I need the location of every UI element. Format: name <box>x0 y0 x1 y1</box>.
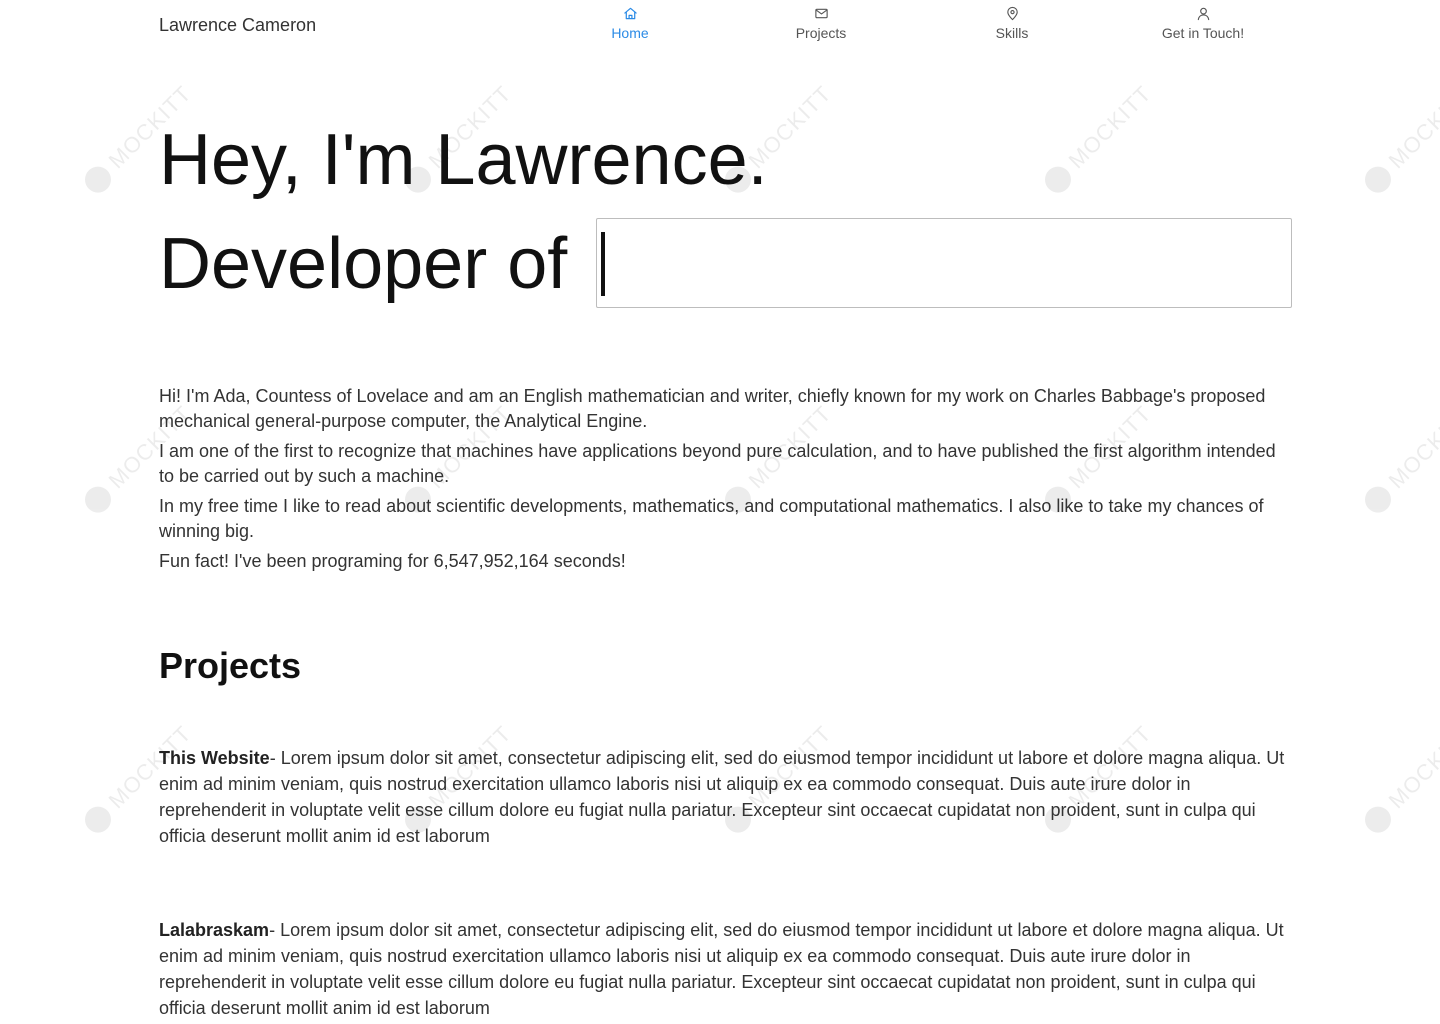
nav-home[interactable]: Home <box>560 5 700 47</box>
project-item: This Website- Lorem ipsum dolor sit amet… <box>159 745 1289 849</box>
project-name: This Website <box>159 748 270 768</box>
typed-text-box[interactable] <box>596 218 1292 308</box>
mockitt-logo-icon <box>79 801 117 838</box>
typing-cursor <box>601 232 605 296</box>
typed-prefix: Developer of <box>159 224 568 304</box>
hero-title: Hey, I'm Lawrence. <box>159 120 768 200</box>
project-item: Lalabraskam- Lorem ipsum dolor sit amet,… <box>159 917 1289 1021</box>
about-paragraph: Hi! I'm Ada, Countess of Lovelace and am… <box>159 386 1266 431</box>
mockitt-logo-icon <box>1359 161 1397 198</box>
page: MOCKITT MOCKITT MOCKITT MOCKITT MOCKITT … <box>0 0 1440 1024</box>
nav-home-label: Home <box>611 25 649 41</box>
fun-fact: Fun fact! I've been programing for 6,547… <box>159 551 626 571</box>
nav-get-in-touch-label: Get in Touch! <box>1161 25 1245 41</box>
nav-get-in-touch[interactable]: Get in Touch! <box>1133 5 1273 47</box>
mockitt-logo-icon <box>1039 161 1077 198</box>
mail-icon <box>814 8 828 19</box>
about-paragraph: I am one of the first to recognize that … <box>159 441 1276 486</box>
mockitt-logo-icon <box>1359 801 1397 838</box>
nav-projects[interactable]: Projects <box>751 5 891 47</box>
nav-skills[interactable]: Skills <box>942 5 1082 47</box>
watermark: MOCKITT <box>1348 62 1440 210</box>
about-section: Hi! I'm Ada, Countess of Lovelace and am… <box>159 384 1289 579</box>
user-icon <box>1197 7 1209 21</box>
about-paragraph: In my free time I like to read about sci… <box>159 496 1264 541</box>
projects-heading: Projects <box>159 645 302 686</box>
location-pin-icon <box>1006 6 1018 21</box>
home-icon <box>623 7 637 20</box>
nav-skills-label: Skills <box>995 25 1029 41</box>
watermark: MOCKITT <box>1348 382 1440 530</box>
project-name: Lalabraskam <box>159 920 270 940</box>
site-brand[interactable]: Lawrence Cameron <box>159 15 316 36</box>
project-description: - Lorem ipsum dolor sit amet, consectetu… <box>159 748 1285 846</box>
nav-projects-label: Projects <box>795 25 847 41</box>
mockitt-logo-icon <box>79 481 117 518</box>
mockitt-logo-icon <box>79 161 117 198</box>
mockitt-logo-icon <box>1359 481 1397 518</box>
project-description: - Lorem ipsum dolor sit amet, consectetu… <box>159 920 1284 1018</box>
watermark: MOCKITT <box>1028 62 1176 210</box>
watermark: MOCKITT <box>1348 702 1440 850</box>
